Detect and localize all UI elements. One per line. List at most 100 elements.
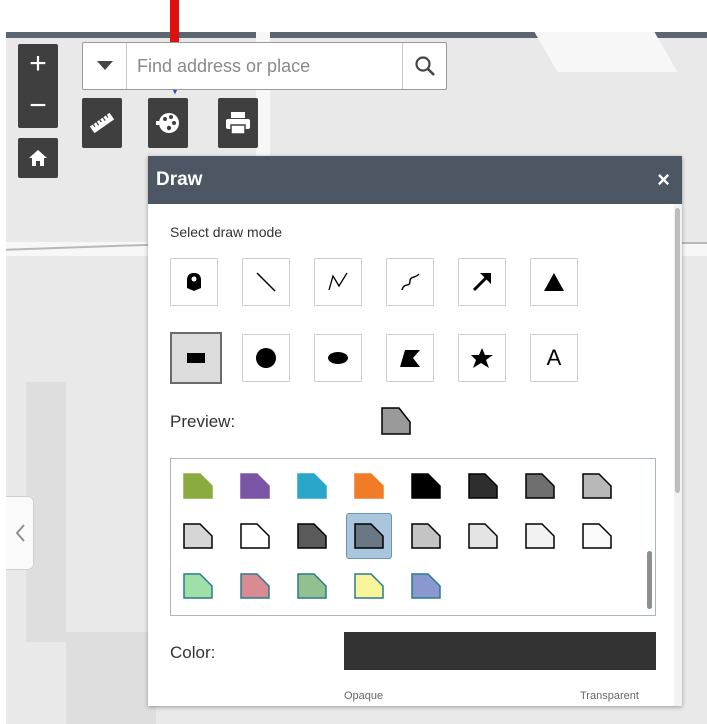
map-block [66, 632, 156, 724]
swatch-shape-icon [411, 573, 441, 599]
symbol-swatch[interactable] [574, 513, 620, 559]
map-pin-icon [187, 273, 201, 291]
swatch-shape-icon [240, 473, 270, 499]
home-icon [29, 150, 47, 166]
swatch-shape-icon [468, 473, 498, 499]
mode-point-button[interactable] [170, 258, 218, 306]
mode-ellipse-button[interactable] [314, 334, 362, 382]
symbol-swatch[interactable] [175, 563, 221, 609]
symbol-swatch[interactable] [175, 463, 221, 509]
polyline-icon [328, 272, 348, 291]
panel-header: Draw × [148, 156, 682, 204]
mode-freehand-line-button[interactable] [386, 258, 434, 306]
mode-polyline-button[interactable] [314, 258, 362, 306]
symbol-swatch[interactable] [517, 513, 563, 559]
mode-text-button[interactable]: A [530, 334, 578, 382]
color-picker[interactable] [344, 632, 656, 670]
circle-icon [256, 348, 276, 368]
ellipse-icon [328, 352, 348, 364]
search-icon [414, 56, 435, 76]
line-icon [256, 272, 276, 292]
mode-arrow-button[interactable] [458, 258, 506, 306]
draw-button[interactable] [148, 98, 188, 148]
opaque-label: Opaque [344, 690, 384, 702]
side-panel-toggle[interactable] [6, 496, 34, 570]
triangle-icon [544, 273, 564, 291]
symbol-swatch[interactable] [403, 513, 449, 559]
zoom-out-button[interactable]: − [18, 86, 58, 126]
symbol-swatch[interactable] [574, 463, 620, 509]
swatch-shape-icon [297, 573, 327, 599]
mode-extent-button[interactable] [170, 332, 222, 384]
draw-panel: Draw × Select draw mode A Preview: Color… [148, 156, 682, 706]
printer-icon [226, 112, 250, 135]
swatch-shape-icon [240, 523, 270, 549]
polygon-icon [400, 350, 420, 367]
preview-symbol [381, 407, 411, 435]
mode-triangle-button[interactable] [530, 258, 578, 306]
symbol-swatch[interactable] [175, 513, 221, 559]
swatch-shape-icon [354, 473, 384, 499]
panel-scrollbar[interactable] [674, 204, 682, 706]
swatch-shape-icon [468, 523, 498, 549]
mode-circle-button[interactable] [242, 334, 290, 382]
swatch-shape-icon [582, 523, 612, 549]
mode-line-button[interactable] [242, 258, 290, 306]
symbol-swatch-grid [170, 458, 656, 616]
swatch-shape-icon [411, 473, 441, 499]
color-label: Color: [170, 643, 216, 662]
chevron-down-icon [96, 61, 113, 70]
preview-label: Preview: [170, 412, 236, 431]
freehand-polygon-icon [471, 348, 493, 368]
symbol-swatch[interactable] [232, 463, 278, 509]
symbol-swatch[interactable] [460, 463, 506, 509]
select-mode-label: Select draw mode [170, 224, 283, 240]
swatch-shape-icon [354, 573, 384, 599]
symbol-swatch[interactable] [232, 513, 278, 559]
swatch-shape-icon [297, 473, 327, 499]
swatch-shape-icon [354, 523, 384, 549]
zoom-control: + − [18, 44, 58, 128]
symbol-swatch[interactable] [289, 463, 335, 509]
search-input[interactable] [135, 51, 395, 81]
chevron-left-icon [15, 524, 25, 542]
symbol-swatch[interactable] [346, 563, 392, 609]
symbol-swatch[interactable] [403, 463, 449, 509]
transparent-label: Transparent [580, 690, 639, 702]
home-button[interactable] [18, 138, 58, 178]
swatch-shape-icon [183, 473, 213, 499]
rectangle-icon [187, 353, 205, 363]
freehand-line-icon [401, 273, 420, 291]
mode-freehand-polygon-button[interactable] [458, 334, 506, 382]
symbol-swatch[interactable] [289, 513, 335, 559]
swatch-shape-icon [411, 523, 441, 549]
symbol-swatch[interactable] [346, 513, 392, 559]
close-button[interactable]: × [657, 167, 670, 193]
symbol-swatch[interactable] [460, 513, 506, 559]
swatch-shape-icon [525, 473, 555, 499]
swatch-shape-icon [525, 523, 555, 549]
ruler-icon [89, 112, 115, 134]
swatch-shape-icon [183, 573, 213, 599]
swatch-shape-icon [297, 523, 327, 549]
symbol-swatch[interactable] [232, 563, 278, 609]
search-button[interactable] [402, 43, 446, 89]
map-road-edge [682, 242, 707, 244]
panel-title: Draw [156, 169, 203, 190]
palette-icon [156, 113, 179, 133]
measure-button[interactable] [82, 98, 122, 148]
swatch-scrollbar[interactable] [647, 463, 653, 611]
symbol-swatch[interactable] [517, 463, 563, 509]
search-source-dropdown[interactable] [83, 43, 127, 89]
print-button[interactable] [218, 98, 258, 148]
mode-polygon-button[interactable] [386, 334, 434, 382]
swatch-shape-icon [240, 573, 270, 599]
symbol-swatch[interactable] [289, 563, 335, 609]
map-road [534, 32, 678, 72]
arrow-icon [472, 273, 491, 292]
swatch-shape-icon [183, 523, 213, 549]
swatch-shape-icon [582, 473, 612, 499]
zoom-in-button[interactable]: + [18, 44, 58, 84]
symbol-swatch[interactable] [346, 463, 392, 509]
symbol-swatch[interactable] [403, 563, 449, 609]
